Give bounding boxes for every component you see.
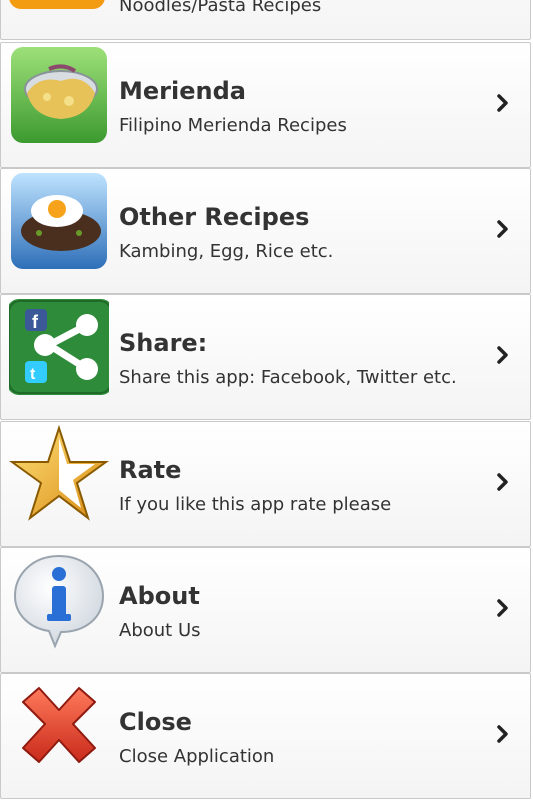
recipe-menu-list: Noodles/Pasta Recipes Merienda Filipino … [0, 0, 533, 800]
menu-item-subtitle: Close Application [119, 746, 275, 767]
menu-item-subtitle: Filipino Merienda Recipes [119, 115, 347, 136]
menu-item-subtitle: If you like this app rate please [119, 494, 392, 515]
menu-item-subtitle: Kambing, Egg, Rice etc. [119, 241, 334, 262]
menu-item-share[interactable]: f t Share: Share this app: Facebook, Twi… [0, 294, 531, 420]
menu-item-title: Close [119, 708, 192, 736]
menu-item-merienda[interactable]: Merienda Filipino Merienda Recipes [0, 42, 531, 168]
menu-item-other-recipes[interactable]: Other Recipes Kambing, Egg, Rice etc. [0, 168, 531, 294]
menu-item-close[interactable]: Close Close Application [0, 673, 531, 799]
menu-item-title: Share: [119, 329, 208, 357]
close-icon [9, 676, 109, 776]
menu-item-title: Other Recipes [119, 203, 310, 231]
chevron-right-icon [497, 599, 508, 617]
svg-text:t: t [30, 366, 36, 383]
info-icon [9, 550, 109, 650]
chevron-right-icon [497, 473, 508, 491]
menu-item-subtitle: Share this app: Facebook, Twitter etc. [119, 367, 457, 388]
menu-item-subtitle: Noodles/Pasta Recipes [119, 0, 322, 16]
menu-item-title: Merienda [119, 77, 246, 105]
chevron-right-icon [497, 725, 508, 743]
menu-item-title: Rate [119, 456, 182, 484]
merienda-icon [9, 45, 109, 145]
star-icon [8, 424, 110, 524]
chevron-right-icon [497, 220, 508, 238]
chevron-right-icon [497, 346, 508, 364]
share-icon: f t [7, 297, 113, 397]
chevron-right-icon [497, 94, 508, 112]
svg-text:f: f [32, 312, 39, 332]
menu-item-about[interactable]: About About Us [0, 547, 531, 673]
menu-item-title: About [119, 582, 200, 610]
menu-item-rate[interactable]: Rate If you like this app rate please [0, 421, 531, 547]
menu-item-subtitle: About Us [119, 620, 201, 641]
egg-rice-icon [9, 171, 109, 271]
noodles-icon [9, 0, 109, 13]
menu-item-noodles[interactable]: Noodles/Pasta Recipes [0, 0, 531, 40]
